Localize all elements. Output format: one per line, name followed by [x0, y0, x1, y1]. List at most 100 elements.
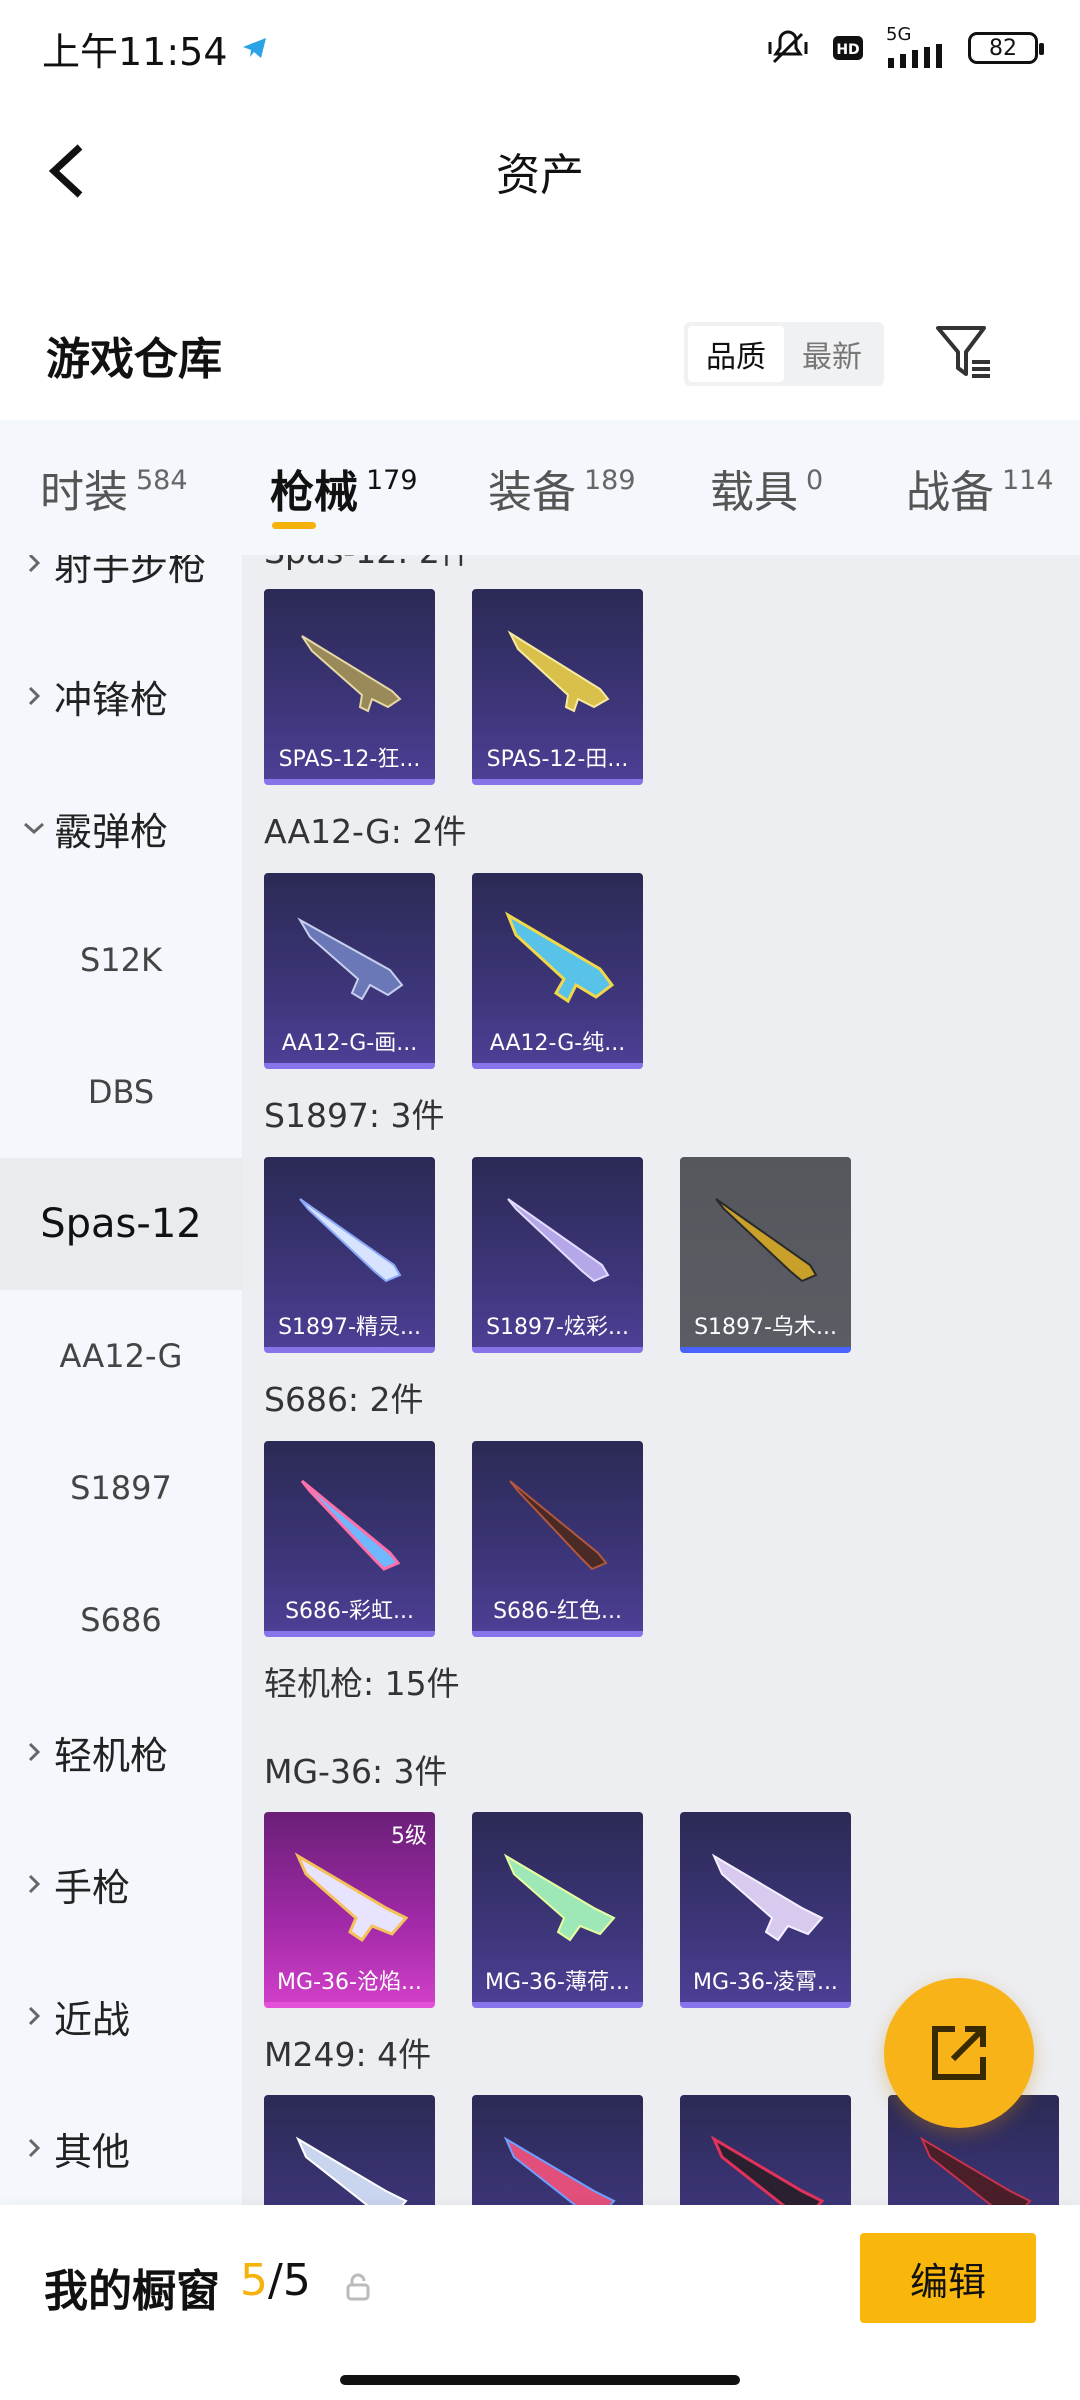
item-name: S1897-精灵... [278, 1315, 421, 1340]
shotgun-skin-icon [300, 1479, 401, 1571]
tab-count: 0 [806, 465, 824, 496]
item-name: AA12-G-画... [281, 1031, 418, 1056]
svg-text:HD: HD [836, 42, 859, 58]
sidebar-item-label: 手枪 [54, 1865, 131, 1910]
tab-vehicles[interactable]: 载具 0 [710, 420, 823, 555]
item-name: S1897-乌木... [694, 1315, 837, 1340]
back-button[interactable] [36, 136, 96, 206]
network-type: 5G [886, 24, 912, 45]
tab-label: 装备 [488, 466, 576, 518]
edit-button[interactable]: 编辑 [860, 2233, 1036, 2323]
sidebar-item-label: 其他 [54, 2129, 131, 2174]
item-name: SPAS-12-田... [486, 747, 629, 772]
showcase-total: 5 [282, 2255, 311, 2306]
sidebar-item-melee[interactable]: 近战 [0, 1950, 242, 2082]
sidebar-item-s1897[interactable]: S1897 [0, 1422, 242, 1554]
showcase-current: 5 [240, 2255, 268, 2306]
sidebar-item-shotgun[interactable]: 霰弹枪 [0, 762, 242, 894]
chevron-right-icon [20, 685, 48, 707]
sidebar-item-marksman-rifle[interactable]: 射手步枪 [0, 555, 242, 629]
item-level-badge: 5级 [391, 1824, 427, 1849]
shotgun-skin-icon [504, 911, 615, 1004]
share-fab-button[interactable] [884, 1978, 1034, 2128]
tab-fashion[interactable]: 时装 584 [40, 420, 188, 555]
sidebar-item-label: 冲锋枪 [54, 677, 169, 722]
page-title: 资产 [496, 150, 584, 201]
sidebar-item-lmg[interactable]: 轻机枪 [0, 1686, 242, 1818]
item-card[interactable]: S1897-精灵... [264, 1157, 435, 1353]
sidebar-item-s12k[interactable]: S12K [0, 894, 242, 1026]
mute-vibrate-icon [768, 30, 808, 64]
chevron-right-icon [20, 2137, 48, 2159]
section-header-lmg: 轻机枪: 15件 [264, 1664, 460, 1703]
tab-label: 枪械 [270, 466, 358, 518]
shotgun-skin-icon [301, 635, 402, 713]
clock-text: 上午11:54 [42, 29, 228, 74]
sidebar-item-s686[interactable]: S686 [0, 1554, 242, 1686]
shotgun-skin-icon [715, 1198, 818, 1283]
battery-level: 82 [989, 35, 1017, 61]
sidebar-item-aa12-g[interactable]: AA12-G [0, 1290, 242, 1422]
item-card[interactable] [680, 2095, 851, 2205]
item-card[interactable]: SPAS-12-狂... [264, 589, 435, 785]
sort-quality-button[interactable]: 品质 [688, 326, 784, 382]
sidebar-item-smg[interactable]: 冲锋枪 [0, 630, 242, 762]
item-card[interactable]: SPAS-12-田... [472, 589, 643, 785]
chevron-down-icon [20, 821, 48, 835]
section-header-mg-36: MG-36: 3件 [264, 1752, 448, 1791]
hd-icon: HD [833, 36, 863, 60]
tab-equipment[interactable]: 装备 189 [488, 420, 636, 555]
lmg-skin-icon [919, 2136, 1032, 2205]
item-name: S1897-炫彩... [486, 1315, 629, 1340]
item-name: MG-36-薄荷... [485, 1970, 630, 1995]
item-card[interactable]: S686-红色... [472, 1441, 643, 1637]
home-indicator[interactable] [340, 2375, 740, 2385]
sidebar-item-label: S1897 [70, 1469, 172, 1507]
status-bar: 上午11:54 HD 5G 82 [0, 0, 1080, 96]
chevron-right-icon [20, 1873, 48, 1895]
item-name: AA12-G-纯... [489, 1031, 626, 1056]
status-time: 上午11:54 [42, 21, 268, 76]
sidebar: 射手步枪 冲锋枪 霰弹枪 S12K DBS Spas-12 AA12-G S18… [0, 555, 242, 2205]
signal-icon [888, 44, 942, 68]
shotgun-skin-icon [297, 917, 404, 1001]
sort-toggle: 品质 最新 [684, 322, 884, 386]
item-card[interactable]: S686-彩虹... [264, 1441, 435, 1637]
filter-button[interactable] [932, 320, 996, 384]
sidebar-item-pistol[interactable]: 手枪 [0, 1818, 242, 1950]
lmg-skin-icon [294, 1852, 409, 1943]
section-header-m249: M249: 4件 [264, 2035, 432, 2074]
item-card[interactable] [472, 2095, 643, 2205]
chevron-right-icon [20, 555, 48, 574]
lmg-skin-icon [503, 2136, 616, 2205]
item-card[interactable]: AA12-G-纯... [472, 873, 643, 1069]
item-card[interactable]: MG-36-凌霄... [680, 1812, 851, 2008]
tab-guns[interactable]: 枪械 179 [270, 420, 418, 555]
battery-icon: 82 [968, 32, 1044, 64]
item-card[interactable]: 5级 MG-36-沧焰... [264, 1812, 435, 2008]
item-card[interactable] [264, 2095, 435, 2205]
sidebar-item-label: 近战 [54, 1997, 131, 2042]
sidebar-item-other[interactable]: 其他 [0, 2082, 242, 2205]
sort-newest-button[interactable]: 最新 [784, 326, 880, 382]
shotgun-skin-icon [507, 1198, 610, 1283]
section-header-aa12-g: AA12-G: 2件 [264, 812, 467, 851]
item-card[interactable]: S1897-乌木... [680, 1157, 851, 1353]
item-card[interactable]: S1897-炫彩... [472, 1157, 643, 1353]
tab-label: 载具 [710, 466, 798, 518]
warehouse-row: 游戏仓库 品质 最新 [0, 300, 1080, 410]
lmg-skin-icon [710, 2135, 825, 2205]
sidebar-item-dbs[interactable]: DBS [0, 1026, 242, 1158]
item-card[interactable]: MG-36-薄荷... [472, 1812, 643, 2008]
item-card[interactable]: AA12-G-画... [264, 873, 435, 1069]
tab-supplies[interactable]: 战备 114 [906, 420, 1054, 555]
signal-group: 5G [886, 26, 946, 70]
sidebar-item-spas-12[interactable]: Spas-12 [0, 1158, 242, 1290]
item-name: S686-红色... [493, 1599, 622, 1624]
chevron-right-icon [20, 2005, 48, 2027]
tab-count: 584 [136, 465, 188, 496]
sidebar-item-label: 霰弹枪 [54, 809, 169, 854]
content-grid: Spas-12: 2件 SPAS-12-狂... SPAS-12-田... AA… [242, 555, 1080, 2205]
item-name: SPAS-12-狂... [278, 747, 421, 772]
lmg-skin-icon [711, 1853, 824, 1942]
